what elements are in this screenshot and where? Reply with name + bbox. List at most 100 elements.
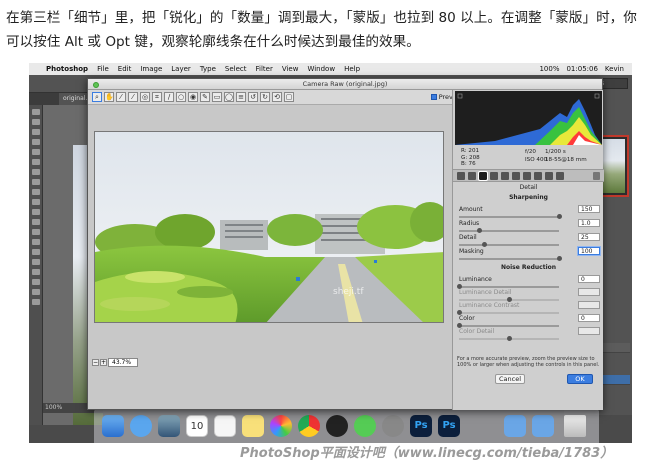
shape-tool-icon[interactable]: [32, 279, 40, 285]
mail-icon[interactable]: [158, 415, 180, 437]
radial-filter-icon[interactable]: ◯: [224, 92, 234, 102]
slider-track[interactable]: [457, 323, 559, 328]
photos-icon[interactable]: [270, 415, 292, 437]
qq-icon[interactable]: [326, 415, 348, 437]
menu-window[interactable]: Window: [307, 63, 335, 75]
history-brush-icon[interactable]: [32, 199, 40, 205]
type-tool-icon[interactable]: [32, 259, 40, 265]
panel-menu-icon[interactable]: [593, 172, 600, 180]
applications-folder-icon[interactable]: [504, 415, 526, 437]
zoom-in-button[interactable]: +: [100, 359, 107, 366]
path-select-icon[interactable]: [32, 269, 40, 275]
reminders-icon[interactable]: [214, 415, 236, 437]
blur-tool-icon[interactable]: [32, 229, 40, 235]
preview-checkbox[interactable]: [430, 94, 437, 100]
pen-tool-icon[interactable]: [32, 249, 40, 255]
slider-value-field[interactable]: 100: [578, 247, 600, 255]
slider-value-field[interactable]: [578, 288, 600, 296]
rotate-ccw-icon[interactable]: ↺: [248, 92, 258, 102]
trash-icon[interactable]: [564, 415, 586, 437]
slider-track[interactable]: [459, 242, 559, 247]
zoom-level-select[interactable]: 43.7%: [108, 358, 138, 367]
menu-file[interactable]: File: [97, 63, 109, 75]
trash-icon[interactable]: ▢: [284, 92, 294, 102]
menu-view[interactable]: View: [282, 63, 299, 75]
hand-tool-icon[interactable]: ✋: [104, 92, 114, 102]
finder-icon[interactable]: [102, 415, 124, 437]
slider-thumb[interactable]: [482, 242, 487, 247]
slider-track[interactable]: [459, 336, 559, 341]
menu-select[interactable]: Select: [225, 63, 247, 75]
gradient-tool-icon[interactable]: [32, 219, 40, 225]
tab-camera-calibration-icon[interactable]: [534, 172, 542, 180]
user-name[interactable]: Kevin: [605, 63, 624, 75]
menu-photoshop[interactable]: Photoshop: [46, 63, 88, 75]
photoshop-icon-2[interactable]: Ps: [438, 415, 460, 437]
zoom-tool-icon[interactable]: [32, 299, 40, 305]
spot-removal-icon[interactable]: ○: [176, 92, 186, 102]
cancel-button[interactable]: Cancel: [495, 374, 525, 384]
menu-layer[interactable]: Layer: [171, 63, 191, 75]
preferences-icon[interactable]: ≡: [236, 92, 246, 102]
crop-tool-icon[interactable]: ⌗: [152, 92, 162, 102]
wand-tool-icon[interactable]: [32, 139, 40, 145]
slider-track[interactable]: [459, 214, 562, 219]
calendar-icon[interactable]: 10: [186, 415, 208, 437]
tab-presets-icon[interactable]: [545, 172, 553, 180]
tab-effects-icon[interactable]: [523, 172, 531, 180]
brush-tool-icon[interactable]: [32, 179, 40, 185]
slider-value-field[interactable]: 0: [578, 275, 600, 283]
marquee-tool-icon[interactable]: [32, 119, 40, 125]
ok-button[interactable]: OK: [567, 374, 593, 384]
menu-edit[interactable]: Edit: [118, 63, 132, 75]
chrome-icon[interactable]: [298, 415, 320, 437]
messages-icon[interactable]: [130, 415, 152, 437]
wechat-icon[interactable]: [354, 415, 376, 437]
healing-tool-icon[interactable]: [32, 169, 40, 175]
slider-value-field[interactable]: 25: [578, 233, 600, 241]
tab-lens-icon[interactable]: [512, 172, 520, 180]
slider-value-field[interactable]: 150: [578, 205, 600, 213]
slider-track[interactable]: [459, 228, 559, 233]
eraser-tool-icon[interactable]: [32, 209, 40, 215]
zoom-out-button[interactable]: −: [92, 359, 99, 366]
menu-image[interactable]: Image: [140, 63, 162, 75]
slider-value-field[interactable]: [578, 301, 600, 309]
adjustment-brush-icon[interactable]: ✎: [200, 92, 210, 102]
eyedropper-tool-icon[interactable]: [32, 159, 40, 165]
menu-type[interactable]: Type: [200, 63, 216, 75]
slider-value-field[interactable]: [578, 327, 600, 335]
lasso-tool-icon[interactable]: [32, 129, 40, 135]
color-sampler-icon[interactable]: ⁄: [128, 92, 138, 102]
system-preferences-icon[interactable]: [382, 415, 404, 437]
graduated-filter-icon[interactable]: ▭: [212, 92, 222, 102]
slider-track[interactable]: [459, 256, 562, 261]
white-balance-tool-icon[interactable]: ⁄: [116, 92, 126, 102]
highlight-clipping-icon[interactable]: [594, 93, 600, 99]
dodge-tool-icon[interactable]: [32, 239, 40, 245]
straighten-tool-icon[interactable]: /: [164, 92, 174, 102]
tab-hsl-icon[interactable]: [490, 172, 498, 180]
rotate-cw-icon[interactable]: ↻: [260, 92, 270, 102]
stamp-tool-icon[interactable]: [32, 189, 40, 195]
move-tool-icon[interactable]: [32, 109, 40, 115]
slider-thumb[interactable]: [557, 214, 562, 219]
slider-thumb[interactable]: [507, 336, 512, 341]
red-eye-icon[interactable]: ◉: [188, 92, 198, 102]
hand-tool-icon[interactable]: [32, 289, 40, 295]
slider-thumb[interactable]: [557, 256, 562, 261]
targeted-adjustment-icon[interactable]: ◎: [140, 92, 150, 102]
slider-track[interactable]: [457, 310, 559, 315]
slider-track[interactable]: [457, 284, 559, 289]
downloads-folder-icon[interactable]: [532, 415, 554, 437]
preview-image[interactable]: sheji.tf: [94, 131, 444, 323]
slider-masking[interactable]: Masking 100: [457, 247, 600, 264]
notes-icon[interactable]: [242, 415, 264, 437]
slider-track[interactable]: [459, 297, 559, 302]
menu-filter[interactable]: Filter: [256, 63, 273, 75]
slider-value-field[interactable]: 0: [578, 314, 600, 322]
tab-split-toning-icon[interactable]: [501, 172, 509, 180]
slider-color-detail[interactable]: Color Detail: [457, 327, 600, 344]
slider-value-field[interactable]: 1.0: [578, 219, 600, 227]
zoom-tool-icon[interactable]: ⌕: [92, 92, 102, 102]
